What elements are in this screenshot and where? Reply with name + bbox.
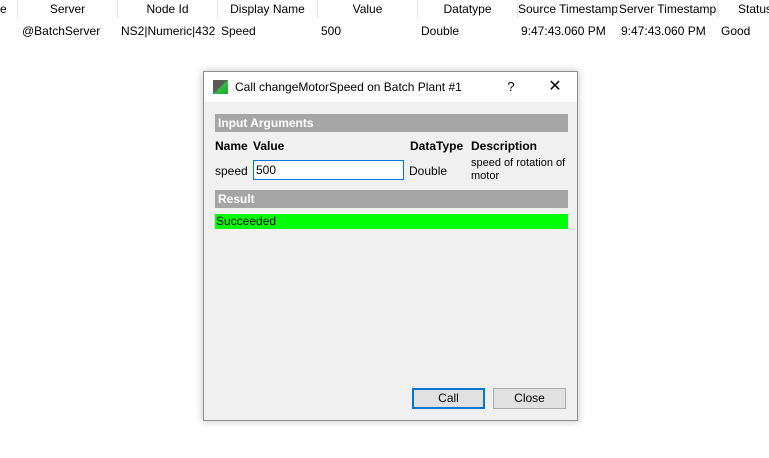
cell-source-timestamp: 9:47:43.060 PM [521, 24, 606, 38]
call-button[interactable]: Call [412, 388, 485, 409]
column-header-server-timestamp[interactable]: Server Timestamp [618, 0, 718, 18]
datatype-column-label: DataType [410, 139, 464, 153]
value-column-label: Value [253, 139, 285, 153]
cell-status: Good [721, 24, 751, 38]
description-column-label: Description [471, 139, 538, 153]
column-header-server[interactable]: Server [18, 0, 118, 18]
cell-server: @BatchServer [22, 24, 101, 38]
dialog-titlebar[interactable]: Call changeMotorSpeed on Batch Plant #1 … [204, 72, 577, 102]
close-icon[interactable]: ✕ [544, 72, 566, 102]
column-header-datatype[interactable]: Datatype [418, 0, 518, 18]
argument-value-input[interactable] [253, 160, 404, 180]
help-button[interactable]: ? [500, 72, 522, 102]
close-button[interactable]: Close [493, 388, 566, 409]
cell-server-timestamp: 9:47:43.060 PM [621, 24, 706, 38]
call-method-dialog: Call changeMotorSpeed on Batch Plant #1 … [203, 71, 578, 421]
argument-description: speed of rotation of motor [471, 157, 566, 182]
cell-node-id: NS2|Numeric|432 [121, 24, 216, 38]
column-header-node-id[interactable]: Node Id [118, 0, 218, 18]
name-column-label: Name [215, 139, 248, 153]
column-header-display-name[interactable]: Display Name [218, 0, 318, 18]
argument-datatype: Double [409, 164, 448, 178]
result-header: Result [215, 190, 568, 208]
table-row[interactable]: @BatchServer NS2|Numeric|432 Speed 500 D… [0, 20, 769, 42]
column-header-status[interactable]: Status [718, 0, 769, 18]
cell-datatype: Double [421, 24, 460, 38]
argument-name: speed [215, 164, 248, 178]
column-header-value[interactable]: Value [318, 0, 418, 18]
cell-value: 500 [321, 24, 342, 38]
column-header-source-timestamp[interactable]: Source Timestamp [518, 0, 618, 18]
dialog-title: Call changeMotorSpeed on Batch Plant #1 [235, 80, 462, 94]
input-arguments-header: Input Arguments [215, 114, 568, 132]
app-icon [213, 80, 228, 94]
column-header-partial[interactable]: e [0, 0, 18, 18]
table-header: e Server Node Id Display Name Value Data… [0, 0, 769, 18]
result-status: Succeeded [215, 214, 568, 229]
cell-display-name: Speed [221, 24, 256, 38]
